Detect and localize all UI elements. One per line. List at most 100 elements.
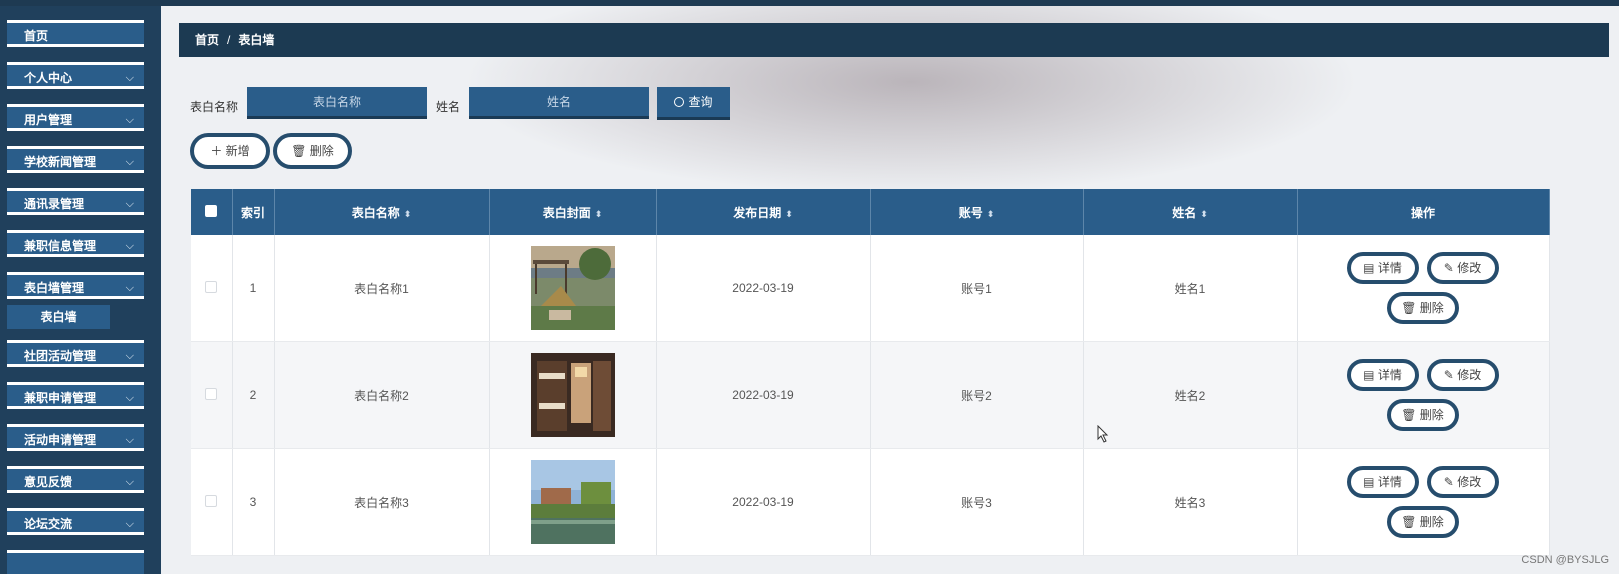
mouse-cursor-icon bbox=[1097, 425, 1109, 443]
column-header-name[interactable]: 表白名称 ⬍ bbox=[274, 189, 490, 235]
sort-icon[interactable]: ⬍ bbox=[1200, 209, 1208, 219]
cell-actions: ▤ 详情 ✎ 修改 🗑 删除 bbox=[1297, 448, 1550, 556]
delete-button[interactable]: 🗑 删除 bbox=[1386, 399, 1459, 431]
select-all-header[interactable] bbox=[191, 189, 233, 235]
sort-icon[interactable]: ⬍ bbox=[595, 209, 603, 219]
sort-icon[interactable]: ⬍ bbox=[404, 209, 412, 219]
chevron-down-icon: ⌵ bbox=[125, 476, 134, 488]
sidebar-item-personal-center[interactable]: 个人中心 ⌵ bbox=[7, 62, 144, 89]
sidebar-item-part-time-info[interactable]: 兼职信息管理 ⌵ bbox=[7, 230, 144, 257]
batch-delete-label: 删除 bbox=[309, 144, 334, 158]
sidebar-item-forum[interactable]: 论坛交流 ⌵ bbox=[7, 508, 144, 535]
sidebar-item-label: 活动申请管理 bbox=[24, 433, 97, 447]
detail-button[interactable]: ▤ 详情 bbox=[1346, 466, 1419, 498]
confession-name-input[interactable] bbox=[247, 87, 427, 119]
main-content: 首页 / 表白墙 表白名称 姓名 查询 ＋ 新增 🗑 删除 索引 表白名称⬍ 表白封… bbox=[161, 6, 1619, 574]
column-header-actions: 操作 bbox=[1297, 189, 1550, 235]
cell-account: 账号1 bbox=[870, 235, 1084, 342]
confession-name-label: 表白名称 bbox=[190, 100, 239, 114]
sidebar-item-label: 意见反馈 bbox=[24, 475, 73, 489]
cell-index: 1 bbox=[232, 235, 275, 342]
sidebar-item-label: 社团活动管理 bbox=[24, 349, 97, 363]
batch-delete-button[interactable]: 🗑 删除 bbox=[273, 133, 352, 169]
pencil-icon: ✎ bbox=[1443, 368, 1458, 382]
cell-date: 2022-03-19 bbox=[656, 235, 871, 342]
sidebar-item-feedback[interactable]: 意见反馈 ⌵ bbox=[7, 466, 144, 493]
cell-person: 姓名3 bbox=[1083, 448, 1298, 556]
chevron-down-icon: ⌵ bbox=[125, 240, 134, 252]
detail-button[interactable]: ▤ 详情 bbox=[1346, 359, 1419, 391]
chevron-down-icon: ⌵ bbox=[125, 434, 134, 446]
cell-person: 姓名1 bbox=[1083, 235, 1298, 342]
pencil-icon: ✎ bbox=[1443, 475, 1458, 489]
cell-account: 账号2 bbox=[870, 341, 1084, 449]
breadcrumb-home[interactable]: 首页 bbox=[195, 33, 219, 47]
column-header-account[interactable]: 账号 ⬍ bbox=[870, 189, 1084, 235]
edit-button[interactable]: ✎ 修改 bbox=[1426, 252, 1499, 284]
sidebar-item-more[interactable] bbox=[7, 550, 144, 574]
sidebar-item-label: 学校新闻管理 bbox=[24, 155, 97, 169]
column-header-person[interactable]: 姓名 ⬍ bbox=[1083, 189, 1298, 235]
chevron-down-icon: ⌵ bbox=[125, 156, 134, 168]
sidebar-item-activity-applications[interactable]: 活动申请管理 ⌵ bbox=[7, 424, 144, 451]
table-row: 2 表白名称2 2022-03-19 账号2 姓名2 ▤ 详情 ✎ 修改 🗑 删… bbox=[191, 341, 1550, 449]
chevron-down-icon: ⌵ bbox=[125, 114, 134, 126]
sort-icon[interactable]: ⬍ bbox=[987, 209, 995, 219]
edit-button[interactable]: ✎ 修改 bbox=[1426, 466, 1499, 498]
query-button-label: 查询 bbox=[688, 95, 713, 109]
chevron-down-icon: ⌵ bbox=[125, 518, 134, 530]
add-button[interactable]: ＋ 新增 bbox=[190, 133, 270, 169]
cell-date: 2022-03-19 bbox=[656, 341, 871, 449]
cell-account: 账号3 bbox=[870, 448, 1084, 556]
delete-button[interactable]: 🗑 删除 bbox=[1386, 292, 1459, 324]
trash-icon: 🗑 bbox=[1401, 408, 1420, 422]
garden-pavilion-image[interactable] bbox=[530, 246, 615, 330]
detail-button[interactable]: ▤ 详情 bbox=[1346, 252, 1419, 284]
sidebar-item-label: 表白墙管理 bbox=[24, 281, 85, 295]
sidebar-item-label: 用户管理 bbox=[24, 113, 73, 127]
sidebar-item-home[interactable]: 首页 bbox=[7, 20, 144, 47]
query-button[interactable]: 查询 bbox=[657, 87, 730, 120]
cell-actions: ▤ 详情 ✎ 修改 🗑 删除 bbox=[1297, 341, 1550, 449]
cell-name: 表白名称2 bbox=[274, 341, 490, 449]
cell-actions: ▤ 详情 ✎ 修改 🗑 删除 bbox=[1297, 235, 1550, 342]
column-header-cover[interactable]: 表白封面 ⬍ bbox=[489, 189, 657, 235]
cell-name: 表白名称3 bbox=[274, 448, 490, 556]
sidebar-item-label: 首页 bbox=[24, 29, 49, 43]
row-checkbox[interactable] bbox=[205, 387, 218, 400]
sidebar-item-confession-wall-management[interactable]: 表白墙管理 ⌵ bbox=[7, 272, 144, 299]
row-checkbox[interactable] bbox=[205, 280, 218, 293]
confession-table: 索引 表白名称 ⬍ 表白封面 ⬍ 发布日期 ⬍ 账号 ⬍ 姓名 ⬍ 操作 1 表白名称1 bbox=[191, 189, 1550, 556]
chevron-down-icon: ⌵ bbox=[125, 350, 134, 362]
sidebar-item-contacts[interactable]: 通讯录管理 ⌵ bbox=[7, 188, 144, 215]
document-icon: ▤ bbox=[1363, 475, 1378, 489]
sidebar-item-user-management[interactable]: 用户管理 ⌵ bbox=[7, 104, 144, 131]
person-name-input[interactable] bbox=[469, 87, 649, 119]
select-all-checkbox[interactable] bbox=[205, 204, 218, 217]
sidebar-item-school-news[interactable]: 学校新闻管理 ⌵ bbox=[7, 146, 144, 173]
delete-button[interactable]: 🗑 删除 bbox=[1386, 506, 1459, 538]
cell-cover bbox=[489, 448, 657, 556]
sidebar-item-part-time-applications[interactable]: 兼职申请管理 ⌵ bbox=[7, 382, 144, 409]
sidebar-item-label: 兼职申请管理 bbox=[24, 391, 97, 405]
sidebar-item-label: 通讯录管理 bbox=[24, 197, 85, 211]
column-header-date[interactable]: 发布日期 ⬍ bbox=[656, 189, 871, 235]
row-checkbox[interactable] bbox=[205, 494, 218, 507]
cell-index: 2 bbox=[232, 341, 275, 449]
trash-icon: 🗑 bbox=[1401, 515, 1420, 529]
document-icon: ▤ bbox=[1363, 368, 1378, 382]
sidebar-item-club-activities[interactable]: 社团活动管理 ⌵ bbox=[7, 340, 144, 367]
table-row: 3 表白名称3 2022-03-19 账号3 姓名3 ▤ 详情 ✎ 修改 🗑 删… bbox=[191, 448, 1550, 556]
dormitory-bunk-image[interactable] bbox=[530, 353, 615, 437]
trash-icon: 🗑 bbox=[1401, 301, 1420, 315]
sort-icon[interactable]: ⬍ bbox=[785, 209, 793, 219]
trash-icon: 🗑 bbox=[291, 144, 310, 158]
edit-button[interactable]: ✎ 修改 bbox=[1426, 359, 1499, 391]
person-name-label: 姓名 bbox=[436, 100, 461, 114]
sidebar-subitem-confession-wall[interactable]: 表白墙 bbox=[7, 305, 110, 329]
breadcrumb: 首页 / 表白墙 bbox=[179, 23, 1609, 57]
sidebar-item-label: 论坛交流 bbox=[24, 517, 73, 531]
breadcrumb-separator: / bbox=[227, 33, 231, 47]
breadcrumb-current: 表白墙 bbox=[238, 33, 275, 47]
campus-lake-image[interactable] bbox=[530, 460, 615, 544]
